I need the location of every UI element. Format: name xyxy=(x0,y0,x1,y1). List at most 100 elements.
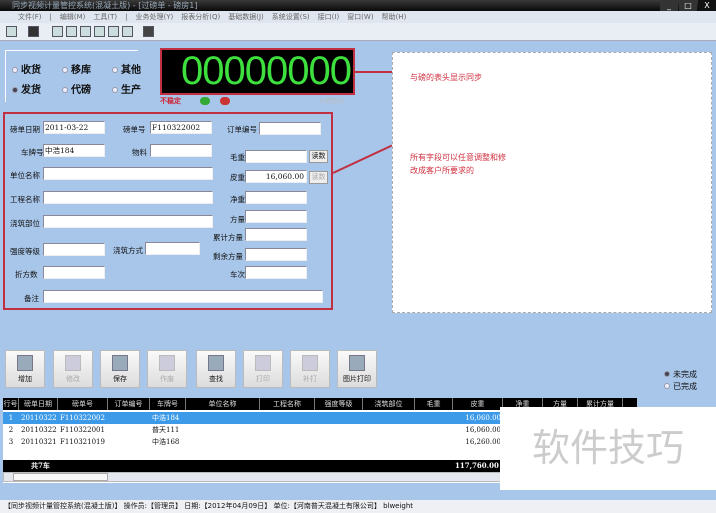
exit-icon[interactable] xyxy=(143,26,154,37)
button-label: 保存 xyxy=(113,375,127,383)
radio-0[interactable]: 收货 xyxy=(12,61,41,76)
menu-item[interactable]: 窗口(W) xyxy=(347,13,373,21)
radio-1[interactable]: 移库 xyxy=(62,61,91,76)
toolbar-icon-8[interactable] xyxy=(122,26,133,37)
scrollbar-thumb[interactable] xyxy=(13,473,108,481)
minimize-button[interactable]: _ xyxy=(660,0,678,11)
tare-field[interactable]: 16,060.00 xyxy=(245,170,307,183)
action-button-1[interactable]: 修改 xyxy=(53,350,93,388)
company-field[interactable] xyxy=(43,167,213,180)
table-cell: F110322001 xyxy=(60,426,105,434)
column-header[interactable]: 浇筑部位 xyxy=(363,398,415,410)
remain-field[interactable] xyxy=(245,248,307,261)
trips-field[interactable] xyxy=(245,266,307,279)
remark-label: 备注 xyxy=(24,294,39,303)
project-field[interactable] xyxy=(43,191,213,204)
action-button-2[interactable]: 保存 xyxy=(100,350,140,388)
table-cell: 2 xyxy=(8,426,14,434)
radio-label: 发货 xyxy=(21,85,41,96)
menu-item[interactable]: 编辑(M) xyxy=(60,13,86,21)
date-field[interactable]: 2011-03-22 xyxy=(43,121,105,134)
action-button-6[interactable]: 补打 xyxy=(290,350,330,388)
menu-item[interactable]: 工具(T) xyxy=(93,13,117,21)
column-header[interactable]: 磅单日期 xyxy=(19,398,58,410)
read-gross-button[interactable]: 读数 xyxy=(309,150,328,163)
tare-label: 皮重 xyxy=(230,173,245,182)
table-cell: 16,260.00 xyxy=(465,438,501,446)
menu-item[interactable]: 业务处理(Y) xyxy=(135,13,173,21)
radio-4[interactable]: 代磅 xyxy=(62,81,91,96)
menu-item[interactable]: 帮助(H) xyxy=(382,13,407,21)
remark-field[interactable] xyxy=(43,290,323,303)
table-cell: 16,060.00 xyxy=(465,414,501,422)
menu-item[interactable]: 基础数据(J) xyxy=(228,13,264,21)
method-field[interactable] xyxy=(145,242,200,255)
button-icon xyxy=(112,355,128,371)
factor-label: 折方数 xyxy=(15,270,38,279)
annotation-arrow xyxy=(332,144,393,174)
factor-field[interactable] xyxy=(43,266,105,279)
column-header[interactable]: 皮重 xyxy=(453,398,503,410)
material-label: 物料 xyxy=(132,148,147,157)
order-field[interactable] xyxy=(259,122,321,135)
radio-5[interactable]: 生产 xyxy=(112,81,141,96)
radio-label: 代磅 xyxy=(71,85,91,96)
toolbar-icon-6[interactable] xyxy=(94,26,105,37)
radio-2[interactable]: 其他 xyxy=(112,61,141,76)
radio-label: 移库 xyxy=(71,65,91,76)
radio-label: 其他 xyxy=(121,65,141,76)
menu-item[interactable]: 接口(I) xyxy=(318,13,340,21)
menu-separator: | xyxy=(49,13,52,21)
cum-label: 累计方量 xyxy=(213,233,243,242)
button-icon xyxy=(349,355,365,371)
net-field[interactable] xyxy=(245,191,307,204)
cum-field[interactable] xyxy=(245,228,307,241)
filter-radio-0[interactable]: 未完成 xyxy=(664,369,697,381)
table-cell: 普天111 xyxy=(152,426,180,434)
radio-circle-icon xyxy=(12,87,18,93)
material-field[interactable] xyxy=(150,144,212,157)
column-header[interactable]: 车牌号 xyxy=(150,398,186,410)
radio-circle-icon xyxy=(62,67,68,73)
menu-item[interactable]: 文件(F) xyxy=(18,13,42,21)
volume-field[interactable] xyxy=(245,210,307,223)
part-field[interactable] xyxy=(43,215,213,228)
column-header[interactable]: 行号 xyxy=(3,398,19,410)
button-label: 作废 xyxy=(160,375,174,383)
menu-item[interactable]: 系统设置(S) xyxy=(272,13,310,21)
gross-field[interactable] xyxy=(245,150,307,163)
toolbar-icon-7[interactable] xyxy=(108,26,119,37)
column-header[interactable]: 订单编号 xyxy=(108,398,150,410)
toolbar-icon-2[interactable] xyxy=(28,26,39,37)
no-field[interactable]: F110322002 xyxy=(150,121,212,134)
plate-field[interactable]: 中浩184 xyxy=(43,144,105,157)
column-header[interactable]: 工程名称 xyxy=(260,398,315,410)
action-button-0[interactable]: 增加 xyxy=(5,350,45,388)
toolbar-icon-3[interactable] xyxy=(52,26,63,37)
column-header[interactable]: 强度等级 xyxy=(315,398,363,410)
read-tare-button[interactable]: 读数 xyxy=(309,171,328,184)
sync-note: 与磅的表头显示同步 xyxy=(410,73,482,82)
action-button-5[interactable]: 打印 xyxy=(243,350,283,388)
fields-note: 所有字段可以任意调整和修改成客户所要求的 xyxy=(410,153,506,175)
close-button[interactable]: X xyxy=(698,0,716,11)
filter-radio-1[interactable]: 已完成 xyxy=(664,381,697,393)
action-button-7[interactable]: 图片打印 xyxy=(337,350,377,388)
maximize-button[interactable]: □ xyxy=(679,0,697,11)
toolbar-icon-1[interactable] xyxy=(6,26,17,37)
column-header[interactable]: 毛重 xyxy=(415,398,453,410)
footer-count: 共7车 xyxy=(31,461,50,470)
action-button-3[interactable]: 作废 xyxy=(147,350,187,388)
column-header[interactable]: 磅单号 xyxy=(58,398,108,410)
action-button-4[interactable]: 查找 xyxy=(196,350,236,388)
green-lamp-icon xyxy=(200,97,210,105)
grade-field[interactable] xyxy=(43,243,105,256)
radio-3[interactable]: 发货 xyxy=(12,81,41,96)
button-icon xyxy=(17,355,33,371)
menu-item[interactable]: 报表分析(Q) xyxy=(181,13,220,21)
column-header[interactable]: 单位名称 xyxy=(186,398,260,410)
toolbar-icon-4[interactable] xyxy=(66,26,77,37)
button-label: 修改 xyxy=(66,375,80,383)
toolbar-icon-5[interactable] xyxy=(80,26,91,37)
radio-circle-icon xyxy=(112,67,118,73)
